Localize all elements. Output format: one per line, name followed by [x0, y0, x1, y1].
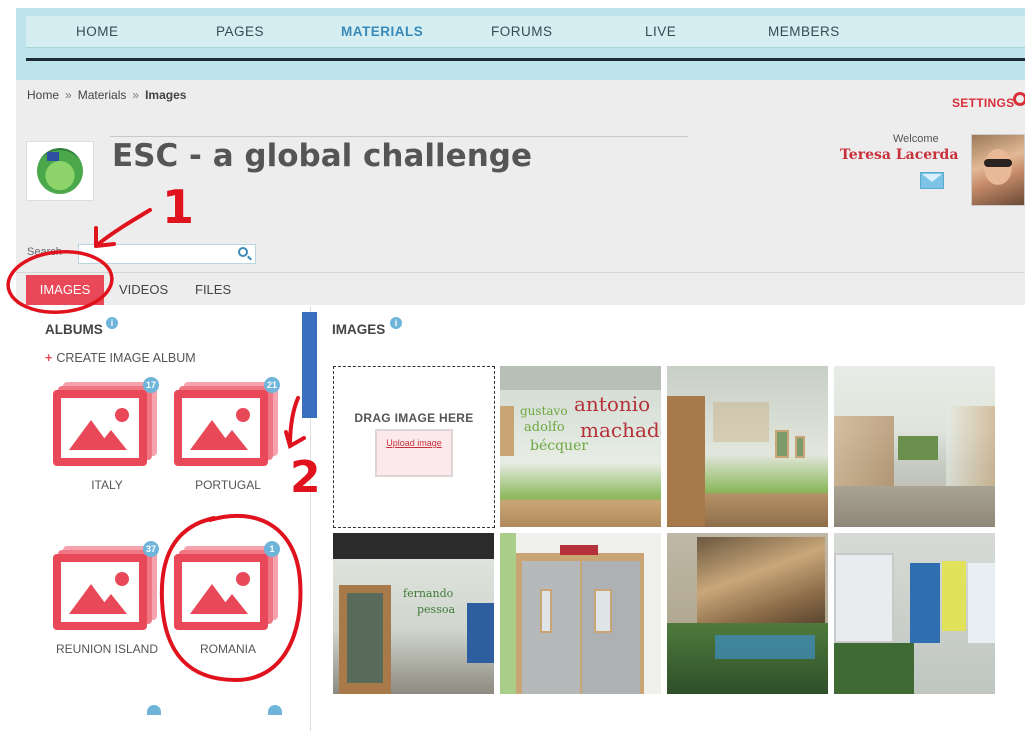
- annotation-circle-images-tab: [6, 250, 114, 314]
- annotation-number-2: 2: [290, 452, 321, 503]
- annotation-circle-romania: [159, 513, 303, 683]
- annotation-arrow-2: [288, 396, 300, 448]
- annotation-blue-bar: [302, 312, 317, 418]
- annotation-arrow-1: [94, 208, 152, 248]
- annotation-overlay: [6, 208, 317, 683]
- annotation-number-1: 1: [162, 180, 195, 234]
